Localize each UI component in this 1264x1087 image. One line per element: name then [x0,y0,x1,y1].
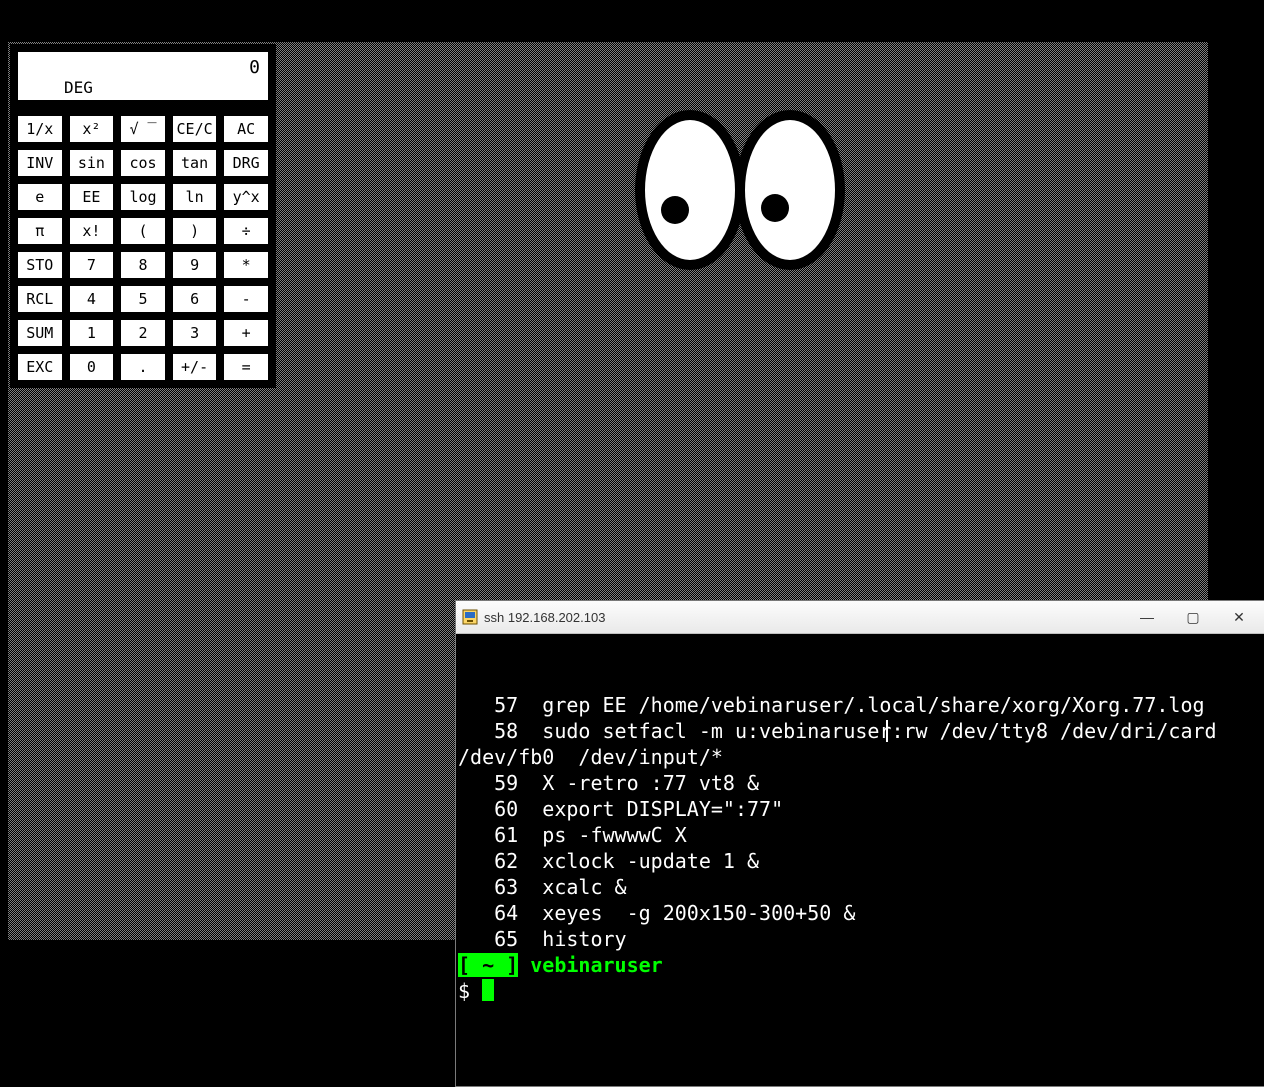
calc-key-sin[interactable]: sin [68,148,116,178]
putty-titlebar[interactable]: ssh 192.168.202.103 — ▢ ✕ [456,601,1264,634]
putty-icon [462,609,478,625]
maximize-button[interactable]: ▢ [1170,603,1216,631]
calc-key-[interactable]: √ ‾ [119,114,167,144]
calc-key-[interactable]: . [119,352,167,382]
calc-key-[interactable]: +/- [171,352,219,382]
calc-key-sum[interactable]: SUM [16,318,64,348]
minimize-button[interactable]: — [1124,603,1170,631]
calc-key-6[interactable]: 6 [171,284,219,314]
calc-key-yx[interactable]: y^x [222,182,270,212]
xcalc-display: 0 DEG [16,50,270,102]
calc-key-ee[interactable]: EE [68,182,116,212]
calc-key-x[interactable]: x! [68,216,116,246]
calc-key-cos[interactable]: cos [119,148,167,178]
calc-key-7[interactable]: 7 [68,250,116,280]
xcalc-window: 0 DEG 1/xx²√ ‾CE/CAC INVsincostanDRG eEElo… [10,44,276,388]
xcalc-keypad: 1/xx²√ ‾CE/CAC INVsincostanDRG eEEloglny^x… [14,112,272,384]
text-caret-icon [886,720,888,742]
calc-key-[interactable]: ÷ [222,216,270,246]
calc-key-rcl[interactable]: RCL [16,284,64,314]
calc-key-0[interactable]: 0 [68,352,116,382]
xcalc-display-mode: DEG [26,78,260,98]
calc-key-drg[interactable]: DRG [222,148,270,178]
calc-key-inv[interactable]: INV [16,148,64,178]
calc-key-1[interactable]: 1 [68,318,116,348]
calc-key-log[interactable]: log [119,182,167,212]
terminal-history: 57 grep EE /home/vebinaruser/.local/shar… [458,692,1264,952]
calc-key-[interactable]: + [222,318,270,348]
terminal-prompt-line: [ ~ ] vebinaruser [458,952,1264,978]
calc-key-5[interactable]: 5 [119,284,167,314]
xcalc-display-value: 0 [26,58,260,78]
calc-key-x[interactable]: x² [68,114,116,144]
calc-key-[interactable]: ) [171,216,219,246]
putty-ssh-window: ssh 192.168.202.103 — ▢ ✕ 57 grep EE /ho… [455,600,1264,1087]
putty-title: ssh 192.168.202.103 [484,610,1124,625]
calc-key-2[interactable]: 2 [119,318,167,348]
calc-key-[interactable]: * [222,250,270,280]
terminal-input-line[interactable]: $ [458,978,1264,1004]
calc-key-ln[interactable]: ln [171,182,219,212]
calc-key-sto[interactable]: STO [16,250,64,280]
calc-key-9[interactable]: 9 [171,250,219,280]
calc-key-1x[interactable]: 1/x [16,114,64,144]
calc-key-8[interactable]: 8 [119,250,167,280]
calc-key-tan[interactable]: tan [171,148,219,178]
calc-key-cec[interactable]: CE/C [171,114,219,144]
calc-key-[interactable]: = [222,352,270,382]
calc-key-e[interactable]: e [16,182,64,212]
calc-key-[interactable]: ( [119,216,167,246]
calc-key-[interactable]: π [16,216,64,246]
calc-key-[interactable]: - [222,284,270,314]
cursor-icon [482,979,494,1001]
calc-key-exc[interactable]: EXC [16,352,64,382]
calc-key-ac[interactable]: AC [222,114,270,144]
calc-key-4[interactable]: 4 [68,284,116,314]
terminal-area[interactable]: 57 grep EE /home/vebinaruser/.local/shar… [456,634,1264,1086]
close-button[interactable]: ✕ [1216,603,1262,631]
calc-key-3[interactable]: 3 [171,318,219,348]
